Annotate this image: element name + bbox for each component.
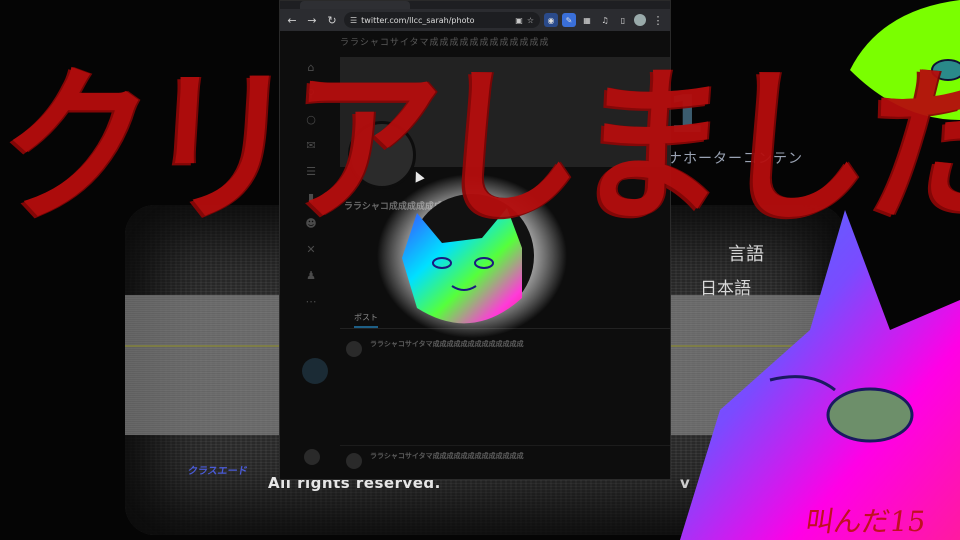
cleared-title: クリアしました	[0, 48, 960, 247]
browser-tab[interactable]	[300, 1, 410, 9]
tweet-header: ララシャコサイタマ成成成成成成成成成成成成成	[370, 452, 524, 460]
tweet[interactable]: ララシャコサイタマ成成成成成成成成成成成成成	[340, 335, 670, 446]
footer-logo: クラスエード	[186, 466, 249, 477]
post-button[interactable]	[302, 358, 328, 384]
tweet[interactable]: ララシャコサイタマ成成成成成成成成成成成成成	[340, 447, 670, 479]
tab-strip	[280, 1, 670, 9]
artist-signature: 叫んだ15	[803, 505, 928, 538]
tweet-avatar	[346, 341, 362, 357]
profile-icon[interactable]: ♟	[304, 269, 318, 283]
more-icon[interactable]: ⋯	[304, 295, 318, 309]
tweet-avatar	[346, 453, 362, 469]
account-avatar[interactable]	[304, 449, 320, 465]
